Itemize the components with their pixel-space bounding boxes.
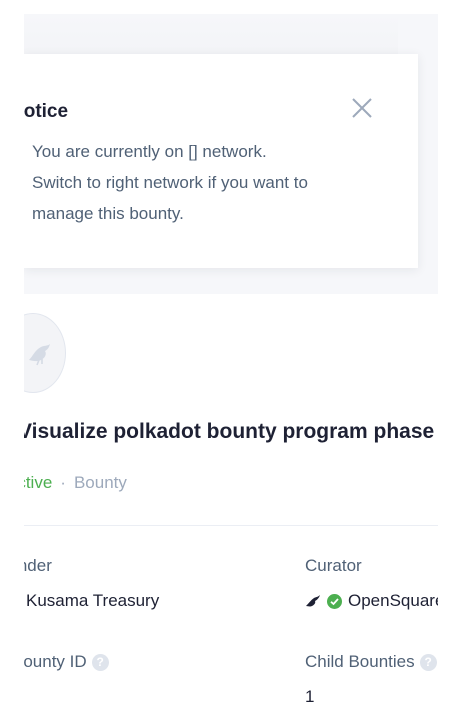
child-bounties-value: 1 — [305, 687, 315, 706]
bounty-id-label: Bounty ID? — [24, 652, 109, 672]
notice-body: You are currently on [] network. Switch … — [32, 136, 362, 229]
curator-label: Curator — [305, 556, 362, 575]
curator-name: OpenSquare — [348, 591, 438, 610]
funder-label: Funder — [24, 556, 52, 575]
meta-separator: · — [60, 473, 66, 492]
kusama-bird-icon — [24, 313, 66, 393]
top-strip-inner — [24, 14, 398, 54]
child-bounties-label-text: Child Bounties — [305, 652, 415, 671]
notice-title: Notice — [24, 101, 69, 122]
kusama-icon — [306, 595, 320, 607]
verified-check-icon — [327, 593, 342, 609]
bounty-id-label-text: Bounty ID — [24, 652, 87, 671]
divider — [24, 525, 438, 526]
close-icon[interactable] — [350, 96, 374, 120]
bounty-title: Visualize polkadot bounty program phase — [24, 420, 435, 443]
top-strip — [24, 14, 398, 54]
bounty-type: Bounty — [73, 473, 127, 492]
question-icon[interactable]: ? — [91, 654, 109, 672]
curator-value[interactable]: OpenSquare — [305, 591, 438, 611]
funder-value: Kusama Treasury — [26, 591, 160, 610]
child-bounties-label: Child Bounties? — [305, 652, 437, 672]
bounty-meta: Active · Bounty — [24, 473, 127, 493]
notice-dialog: Notice You are currently on [] network. … — [24, 54, 418, 268]
bounty-card: Visualize polkadot bounty program phase … — [24, 294, 438, 712]
notice-line: Switch to right network if you want to — [32, 173, 308, 192]
status-badge: Active — [24, 473, 53, 492]
question-icon[interactable]: ? — [419, 654, 437, 672]
screen: Notice You are currently on [] network. … — [0, 0, 470, 712]
notice-line: You are currently on [] network. — [32, 142, 267, 161]
page-background: Notice You are currently on [] network. … — [24, 14, 438, 712]
notice-line: manage this bounty. — [32, 204, 184, 223]
